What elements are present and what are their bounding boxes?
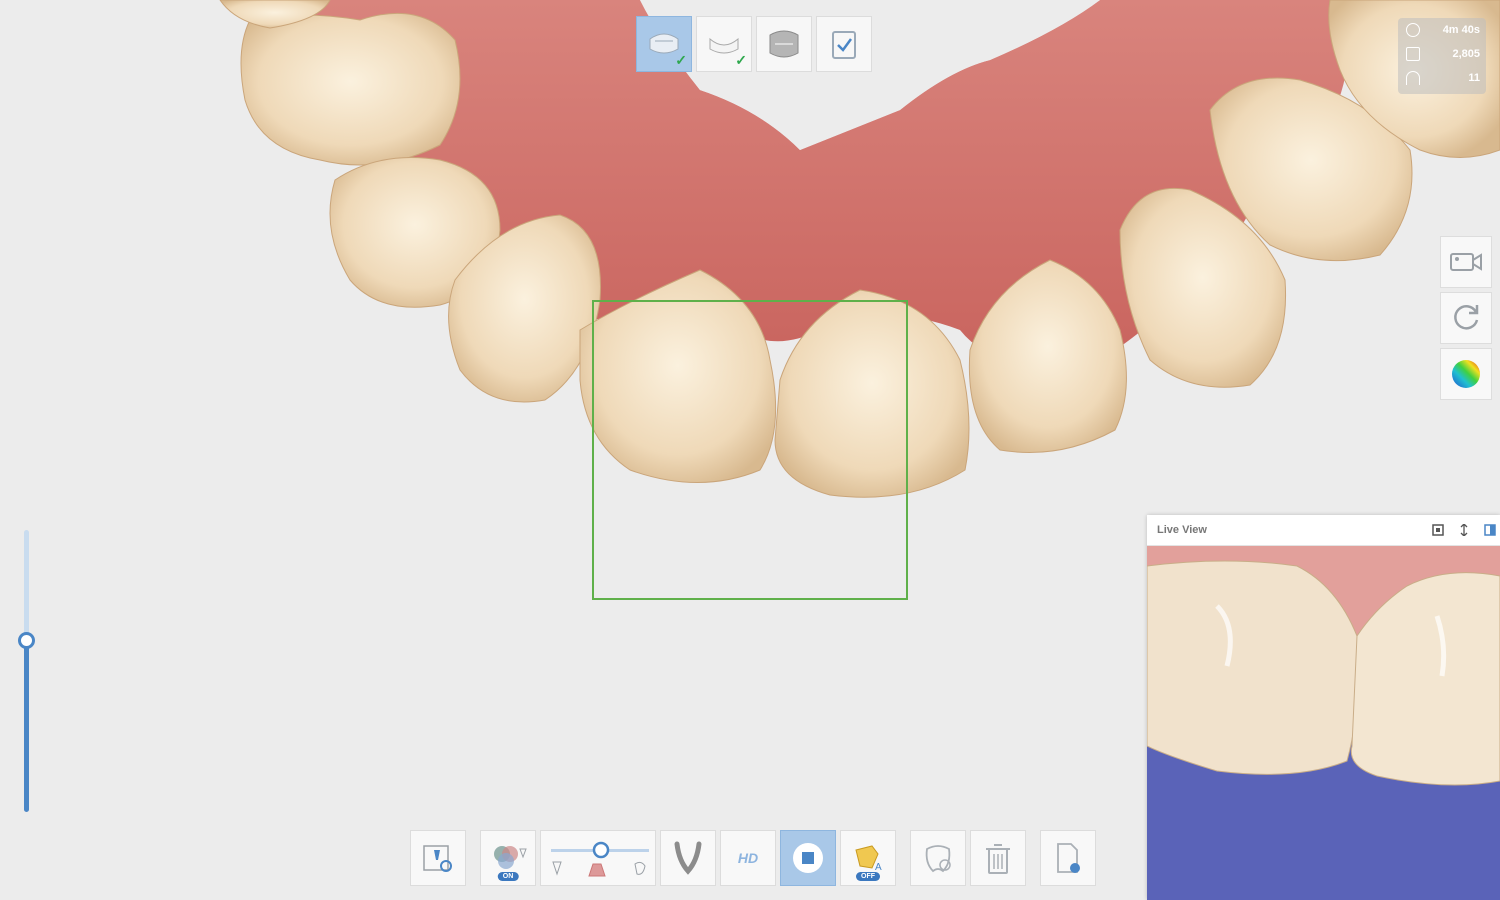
color-filter-toggle[interactable]: ON: [497, 872, 519, 881]
tooth-trim-icon: [925, 845, 951, 873]
refresh-icon: [1454, 305, 1479, 330]
heatmap-sphere-icon: [1452, 360, 1480, 388]
occlusion-icon: [769, 30, 799, 58]
clock-icon: [1406, 23, 1420, 37]
color-map-button[interactable]: [1440, 348, 1492, 400]
filter-slider-icon: [551, 841, 649, 877]
filter-search-icon: [423, 845, 452, 872]
ai-tooth-icon: A: [855, 845, 882, 873]
arch-y-icon: [674, 841, 702, 875]
trash-icon: [986, 844, 1010, 874]
ai-filter-button[interactable]: A OFF: [840, 830, 896, 886]
video-camera-icon: [1450, 253, 1482, 271]
color-circles-icon: [494, 846, 527, 869]
live-view-header: Live View: [1147, 515, 1500, 546]
live-teeth-image: [1147, 546, 1500, 900]
arch-mode-button[interactable]: [660, 830, 716, 886]
third-stat-row: 11: [1398, 66, 1486, 90]
completed-check-icon: ✓: [735, 52, 747, 68]
scan-time-value: 4m 40s: [1442, 24, 1480, 36]
slider-thumb[interactable]: [18, 632, 35, 649]
scan-stats-panel: 4m 40s 2,805 11: [1398, 18, 1486, 94]
frame-icon: [1406, 47, 1420, 61]
image-count-row: 2,805: [1398, 42, 1486, 66]
arch-icon: [1406, 71, 1420, 85]
filter-level-slider[interactable]: [540, 830, 656, 886]
hd-mode-button[interactable]: HD: [720, 830, 776, 886]
delete-button[interactable]: [970, 830, 1026, 886]
live-view-title: Live View: [1157, 524, 1207, 536]
live-camera-feed: [1147, 546, 1500, 900]
hd-label: HD: [737, 850, 759, 866]
trim-button[interactable]: [910, 830, 966, 886]
video-record-button[interactable]: [1440, 236, 1492, 288]
stop-icon: [793, 843, 823, 873]
side-toolbar: [1440, 236, 1492, 400]
slider-track-filled[interactable]: [24, 640, 29, 812]
third-stat-value: 11: [1468, 72, 1480, 84]
move-arrows-icon[interactable]: [1458, 524, 1470, 536]
tooth-molar-left: [240, 12, 461, 166]
image-count-value: 2,805: [1452, 48, 1480, 60]
ai-filter-toggle[interactable]: OFF: [856, 872, 880, 881]
scan-time-row: 4m 40s: [1398, 18, 1486, 42]
scan-steps: ✓ ✓: [636, 16, 872, 72]
export-report-button[interactable]: [1040, 830, 1096, 886]
slider-track-upper[interactable]: [24, 530, 29, 640]
live-view-panel: Live View: [1147, 515, 1500, 900]
stop-scan-button[interactable]: [780, 830, 836, 886]
live-view-controls: [1432, 524, 1496, 536]
step-review-button[interactable]: [816, 16, 872, 72]
step-occlusion-button[interactable]: [756, 16, 812, 72]
step-lower-jaw-button[interactable]: ✓: [696, 16, 752, 72]
smart-scan-button[interactable]: [410, 830, 466, 886]
color-filter-button[interactable]: ON: [480, 830, 536, 886]
completed-check-icon: ✓: [675, 52, 687, 68]
panel-toggle-icon[interactable]: [1484, 524, 1496, 536]
checklist-icon: [832, 31, 856, 59]
step-upper-jaw-button[interactable]: ✓: [636, 16, 692, 72]
document-icon: [1057, 843, 1080, 873]
snapshot-icon[interactable]: [1432, 524, 1444, 536]
reset-view-button[interactable]: [1440, 292, 1492, 344]
